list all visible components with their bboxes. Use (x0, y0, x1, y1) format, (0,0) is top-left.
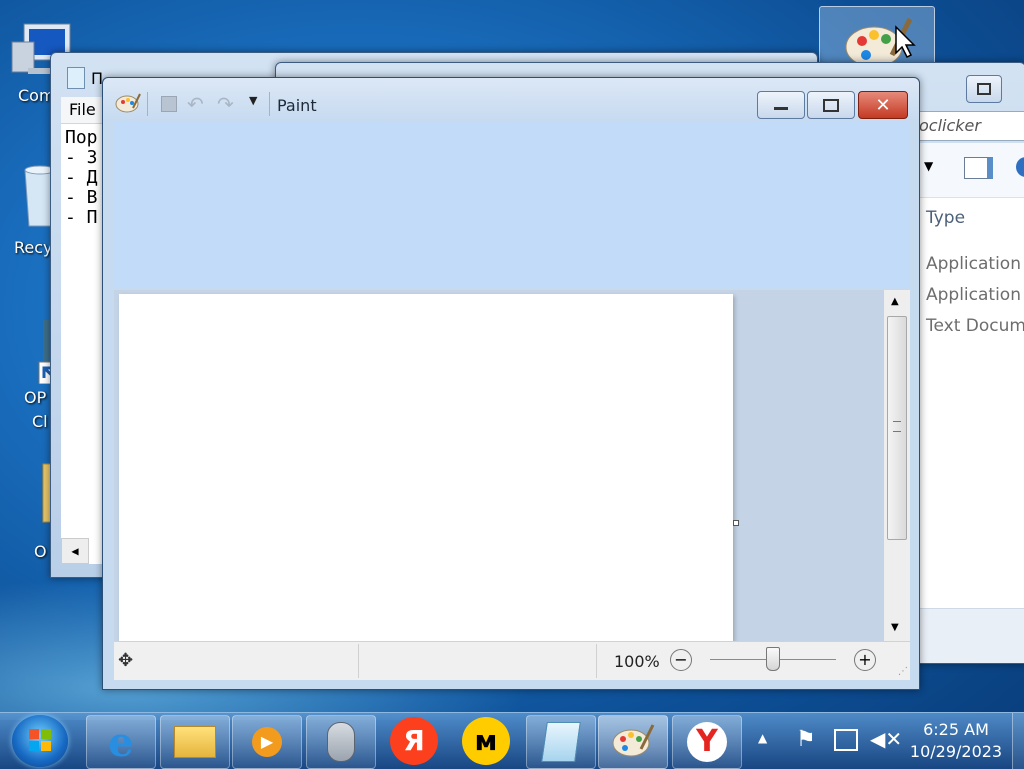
menu-file[interactable]: File (69, 100, 96, 119)
file-type-cell[interactable]: Application (926, 285, 1021, 305)
scroll-down-arrow-icon[interactable]: ▼ (891, 622, 899, 633)
desktop-icon-label: OP (24, 388, 47, 407)
notepad-line: - П (65, 207, 98, 228)
notepad-line: - Д (65, 167, 98, 188)
windows-logo-icon (29, 729, 51, 751)
minimize-icon (774, 106, 788, 110)
paint-window[interactable]: ↶ ↷ ▼ Paint ✕ ▲ ▼ ✥ 100% − + ⋰ (102, 77, 920, 690)
volume-muted-icon[interactable]: ◀✕ (870, 727, 902, 751)
explorer-toolbar: ▼ (916, 143, 1024, 198)
paint-title: Paint (277, 96, 317, 115)
notepad-line: Пор (65, 127, 98, 148)
notepad-icon (541, 722, 581, 762)
explorer-search-text: oclicker (919, 116, 981, 135)
dropdown-arrow-icon[interactable]: ▼ (924, 159, 933, 173)
scroll-up-arrow-icon[interactable]: ▲ (891, 296, 899, 307)
mouse-cursor-icon (894, 25, 916, 63)
paint-ribbon (114, 122, 910, 288)
notepad-hscroll-left[interactable]: ◀ (61, 538, 89, 564)
yandex-browser-icon: Y (687, 722, 727, 762)
show-desktop-button[interactable] (1012, 713, 1024, 769)
notepad-line: - З (65, 147, 98, 168)
taskbar-yandex-market[interactable]: м (458, 715, 514, 767)
taskbar-opclicker[interactable] (306, 715, 376, 769)
customize-quick-access-icon[interactable]: ▼ (249, 94, 257, 107)
status-bar: ✥ 100% − + ⋰ (114, 641, 910, 680)
zoom-in-button[interactable]: + (854, 649, 876, 671)
paint-icon (611, 721, 655, 763)
zoom-level: 100% (614, 652, 660, 671)
taskbar-media-player[interactable]: ▶ (232, 715, 302, 769)
save-icon[interactable] (161, 96, 177, 112)
yandex-market-icon: м (462, 717, 510, 765)
notepad-line: - В (65, 187, 98, 208)
quick-access-separator (147, 92, 148, 116)
status-separator (596, 644, 597, 678)
close-button[interactable]: ✕ (858, 91, 908, 119)
network-icon[interactable] (834, 729, 858, 751)
opclicker-mouse-icon (327, 722, 355, 762)
clock-time: 6:25 AM (923, 720, 989, 739)
show-hidden-icons-button[interactable]: ▲ (758, 731, 767, 745)
start-button[interactable] (12, 715, 68, 767)
file-type-cell[interactable]: Text Docume (926, 316, 1024, 336)
help-icon[interactable] (1016, 157, 1024, 177)
yandex-icon: Я (390, 717, 438, 765)
internet-explorer-icon: e (108, 718, 134, 766)
taskbar-internet-explorer[interactable]: e (86, 715, 156, 769)
minimize-button[interactable] (757, 91, 805, 119)
explorer-search-box[interactable]: oclicker (916, 111, 1024, 141)
status-separator (358, 644, 359, 678)
paint-app-menu-icon[interactable] (115, 92, 141, 118)
taskbar-paint[interactable] (598, 715, 668, 769)
resize-grip-icon[interactable]: ⋰ (898, 666, 908, 677)
explorer-maximize-button[interactable] (966, 75, 1002, 103)
file-explorer-icon (174, 726, 216, 758)
maximize-button[interactable] (807, 91, 855, 119)
move-cursor-icon: ✥ (118, 650, 134, 671)
redo-icon[interactable]: ↷ (217, 92, 234, 116)
taskbar-notepad[interactable] (526, 715, 596, 769)
zoom-out-button[interactable]: − (670, 649, 692, 671)
maximize-icon (823, 98, 839, 112)
canvas-resize-handle[interactable] (733, 520, 739, 526)
desktop-icon-label: O (34, 542, 47, 561)
desktop-paint-tile[interactable] (819, 6, 935, 70)
drawing-canvas[interactable] (119, 294, 733, 641)
quick-access-separator (269, 92, 270, 116)
desktop-icon-label: Recy (14, 238, 53, 257)
taskbar: e ▶ Я м Y ▲ ⚑ ◀✕ 6:25 AM 10/29/2023 (0, 712, 1024, 769)
taskbar-file-explorer[interactable] (160, 715, 230, 769)
notepad-app-icon (67, 67, 85, 89)
column-header-type[interactable]: Type (926, 208, 965, 228)
zoom-slider-thumb[interactable] (766, 647, 780, 671)
desktop-icon-label-line2: Cl (32, 412, 48, 431)
vertical-scrollbar[interactable]: ▲ ▼ (883, 290, 910, 641)
scroll-thumb[interactable] (887, 316, 907, 540)
maximize-icon (977, 83, 991, 95)
explorer-file-list: Type Application Application Text Docume (916, 198, 1024, 608)
taskbar-yandex-browser[interactable]: Y (672, 715, 742, 769)
undo-icon[interactable]: ↶ (187, 92, 204, 116)
close-icon: ✕ (875, 94, 891, 116)
explorer-details-pane (916, 608, 1024, 663)
taskbar-yandex[interactable]: Я (386, 715, 442, 767)
clock[interactable]: 6:25 AM 10/29/2023 (904, 719, 1008, 763)
media-player-icon: ▶ (252, 727, 282, 757)
file-type-cell[interactable]: Application (926, 254, 1021, 274)
action-center-flag-icon[interactable]: ⚑ (796, 727, 816, 752)
preview-pane-icon[interactable] (964, 157, 993, 179)
scroll-grip-icon (893, 421, 901, 432)
canvas-area (114, 290, 883, 641)
clock-date: 10/29/2023 (909, 742, 1003, 761)
